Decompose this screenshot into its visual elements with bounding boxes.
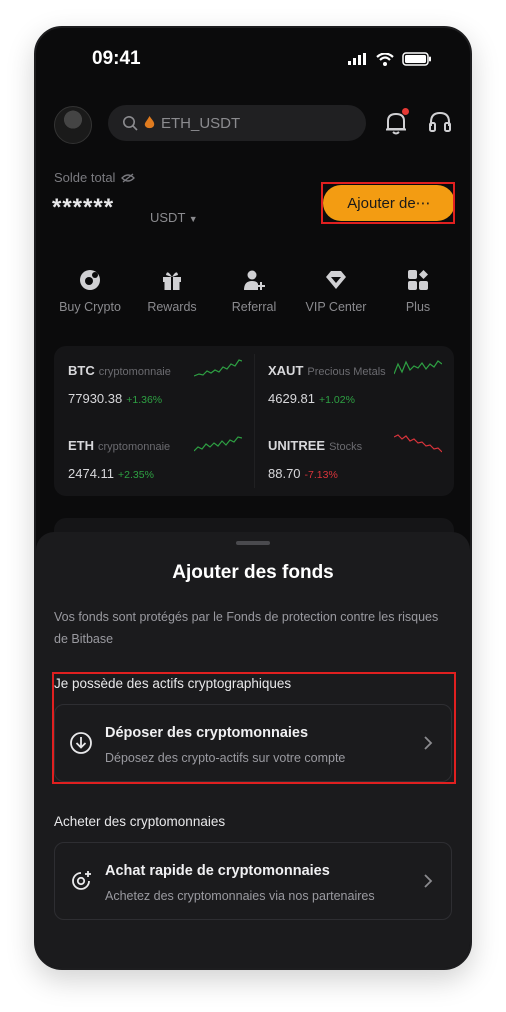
quick-action-plus[interactable]: Plus (378, 268, 458, 314)
add-user-icon (244, 270, 265, 290)
buy-crypto-icon (80, 270, 100, 290)
avatar[interactable] (54, 106, 92, 144)
status-icons (348, 52, 432, 66)
quick-action-buy-crypto[interactable]: Buy Crypto (50, 268, 130, 314)
price-text: 2474.11 (68, 466, 115, 481)
sheet-handle[interactable] (236, 541, 270, 545)
balance-label-text: Solde total (54, 170, 116, 185)
price-text: 77930.38 (68, 391, 123, 406)
price-change: +2.35% (118, 469, 154, 481)
quick-action-referral[interactable]: Referral (214, 268, 294, 314)
quick-actions: Buy Crypto Rewards Referral VIP Center P… (50, 268, 458, 314)
currency-label: USDT (150, 210, 186, 225)
notification-dot (402, 108, 409, 115)
sparkline-up (394, 360, 442, 375)
flame-icon (144, 116, 155, 129)
quick-action-rewards[interactable]: Rewards (132, 268, 212, 314)
market-item-unitree[interactable]: UNITREE Stocks 88.70 -7.13% (254, 421, 454, 496)
battery-icon (402, 52, 431, 66)
quick-action-label: Buy Crypto (59, 300, 121, 314)
market-symbol: UNITREE Stocks (268, 438, 362, 453)
symbol-text: BTC (68, 363, 95, 378)
price-text: 4629.81 (268, 391, 315, 406)
quick-action-vip-center[interactable]: VIP Center (296, 268, 376, 314)
search-placeholder: ETH_USDT (161, 114, 241, 132)
quick-buy-option[interactable]: Achat rapide de cryptomonnaies Achetez d… (54, 842, 452, 920)
sparkline-up (194, 436, 242, 452)
wifi-icon (376, 52, 394, 66)
signal-icon (348, 53, 366, 65)
sparkline-up (194, 359, 242, 377)
quick-buy-icon (72, 871, 91, 890)
market-category: cryptomonnaie (98, 366, 171, 378)
market-symbol: ETH cryptomonnaie (68, 438, 170, 453)
market-symbol: BTC cryptomonnaie (68, 363, 171, 378)
symbol-text: XAUT (268, 363, 304, 378)
hidden-eye-icon[interactable] (121, 172, 136, 183)
price-change: +1.36% (126, 394, 163, 406)
market-category: cryptomonnaie (98, 441, 171, 453)
phone-screen: 09:41 ETH_USDT Solde total ****** USDT ▼… (34, 26, 472, 970)
search-bar[interactable]: ETH_USDT (108, 105, 366, 141)
market-price: 4629.81 +1.02% (268, 391, 355, 406)
market-price: 88.70 -7.13% (268, 466, 338, 481)
quick-action-label: VIP Center (305, 300, 367, 314)
divider (254, 354, 255, 488)
gift-icon (163, 272, 181, 290)
market-symbol: XAUT Precious Metals (268, 363, 386, 378)
highlight-box (321, 182, 455, 224)
symbol-text: ETH (68, 438, 94, 453)
chevron-right-icon (424, 874, 433, 888)
symbol-text: UNITREE (268, 438, 326, 453)
market-item-eth[interactable]: ETH cryptomonnaie 2474.11 +2.35% (54, 421, 254, 496)
sheet-title: Ajouter des fonds (172, 562, 334, 583)
balance-value: ****** (52, 194, 115, 221)
market-item-xaut[interactable]: XAUT Precious Metals 4629.81 +1.02% (254, 346, 454, 421)
headset-icon[interactable] (428, 110, 452, 134)
quick-action-label: Plus (405, 300, 431, 314)
market-item-btc[interactable]: BTC cryptomonnaie 77930.38 +1.36% (54, 346, 254, 421)
sparkline-down (394, 434, 442, 453)
diamond-icon (326, 271, 346, 289)
section-title-buy-crypto: Acheter des cryptomonnaies (54, 814, 226, 829)
currency-selector[interactable]: USDT ▼ (150, 210, 198, 225)
grid-icon (408, 270, 428, 290)
price-change: +1.02% (319, 394, 355, 406)
quick-action-label: Referral (231, 300, 277, 314)
protection-note: Vos fonds sont protégés par le Fonds de … (54, 610, 439, 646)
market-category: Stocks (329, 441, 363, 453)
status-time: 09:41 (92, 48, 141, 69)
market-category: Precious Metals (307, 366, 386, 378)
balance-label: Solde total (54, 170, 136, 185)
highlight-box (52, 672, 456, 784)
caret-down-icon: ▼ (188, 214, 198, 224)
option-title: Achat rapide de cryptomonnaies (105, 863, 330, 879)
price-text: 88.70 (268, 466, 301, 481)
search-icon (123, 116, 138, 131)
market-price: 77930.38 +1.36% (68, 391, 162, 406)
option-subtitle: Achetez des cryptomonnaies via nos parte… (105, 889, 375, 903)
price-change: -7.13% (304, 469, 338, 481)
quick-action-label: Rewards (147, 300, 197, 314)
market-price: 2474.11 +2.35% (68, 466, 154, 481)
